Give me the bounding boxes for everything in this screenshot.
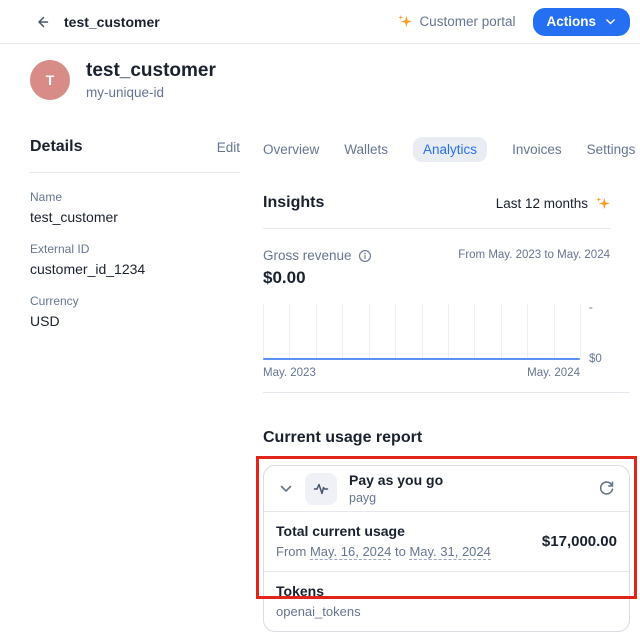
current-usage-card: Pay as you go payg Total current usage <box>263 465 630 632</box>
details-heading: Details <box>30 138 82 156</box>
field-value: customer_id_1234 <box>30 261 240 277</box>
chart-gridline <box>395 304 396 360</box>
details-field-external-id: External ID customer_id_1234 <box>30 242 240 277</box>
period-start-date[interactable]: May. 16, 2024 <box>310 544 391 560</box>
x-axis-left-label: May. 2023 <box>263 367 316 379</box>
insights-heading: Insights <box>263 194 324 212</box>
total-usage-label: Total current usage <box>276 523 491 539</box>
actions-button[interactable]: Actions <box>533 8 630 36</box>
date-range-selector[interactable]: Last 12 months <box>496 196 610 211</box>
gross-revenue-chart: - $0 <box>263 304 610 360</box>
customer-unique-id: my-unique-id <box>86 85 216 100</box>
usage-period: From May. 16, 2024 to May. 31, 2024 <box>276 544 491 559</box>
y-axis-zero-label: $0 <box>589 353 602 365</box>
gross-revenue-value: $0.00 <box>263 268 610 288</box>
info-icon[interactable] <box>358 249 372 263</box>
chart-gridline <box>448 304 449 360</box>
collapse-toggle[interactable] <box>276 479 296 499</box>
customer-name: test_customer <box>86 60 216 82</box>
chart-gridline <box>342 304 343 360</box>
chart-gridline <box>554 304 555 360</box>
avatar: T <box>30 60 70 100</box>
chart-section-divider <box>263 392 630 393</box>
pulse-icon <box>313 481 329 497</box>
tab-overview[interactable]: Overview <box>263 137 319 162</box>
plan-icon-container <box>305 473 337 505</box>
chart-gridline <box>501 304 502 360</box>
tab-analytics[interactable]: Analytics <box>413 137 487 162</box>
period-join: to <box>391 544 409 559</box>
details-field-currency: Currency USD <box>30 294 240 329</box>
date-range-label: Last 12 months <box>496 196 588 211</box>
gross-revenue-label: Gross revenue <box>263 248 352 263</box>
page-title: test_customer <box>64 14 160 30</box>
y-axis-top-label: - <box>589 302 593 314</box>
sparkle-icon <box>595 196 610 211</box>
sparkle-icon <box>397 14 412 29</box>
usage-item-row: Tokens openai_tokens <box>264 571 629 631</box>
details-divider <box>30 172 240 173</box>
chart-period-label: From May. 2023 to May. 2024 <box>458 248 610 261</box>
actions-label: Actions <box>546 14 596 29</box>
tab-bar: Overview Wallets Analytics Invoices Sett… <box>263 136 610 162</box>
chevron-down-icon <box>604 15 617 28</box>
chart-gridline <box>289 304 290 360</box>
plan-code: payg <box>349 491 443 505</box>
customer-portal-label: Customer portal <box>419 14 515 29</box>
details-edit-button[interactable]: Edit <box>217 140 240 155</box>
chart-gridline <box>422 304 423 360</box>
plan-name: Pay as you go <box>349 472 443 489</box>
total-usage-row: Total current usage From May. 16, 2024 t… <box>264 511 629 571</box>
field-value: test_customer <box>30 209 240 225</box>
details-panel: Details Edit Name test_customer External… <box>30 136 240 632</box>
insights-divider <box>263 228 610 229</box>
chart-gridline <box>369 304 370 360</box>
refresh-button[interactable] <box>595 478 617 500</box>
chart-gridline <box>263 304 264 360</box>
x-axis-right-label: May. 2024 <box>527 367 580 379</box>
chevron-down-icon <box>278 481 294 497</box>
field-label: External ID <box>30 242 240 256</box>
chart-gridline <box>316 304 317 360</box>
customer-portal-link[interactable]: Customer portal <box>397 14 515 29</box>
customer-header: T test_customer my-unique-id <box>30 60 610 100</box>
usage-item-name: Tokens <box>276 583 617 599</box>
period-end-date[interactable]: May. 31, 2024 <box>409 544 490 560</box>
details-field-name: Name test_customer <box>30 190 240 225</box>
current-usage-heading: Current usage report <box>263 429 610 447</box>
chart-gridline <box>474 304 475 360</box>
field-value: USD <box>30 313 240 329</box>
back-button[interactable] <box>30 10 54 34</box>
tab-settings[interactable]: Settings <box>587 137 636 162</box>
field-label: Currency <box>30 294 240 308</box>
chart-zero-line <box>263 358 580 360</box>
usage-card-header: Pay as you go payg <box>264 466 629 511</box>
chart-gridline <box>527 304 528 360</box>
tab-wallets[interactable]: Wallets <box>344 137 388 162</box>
refresh-icon <box>598 480 615 497</box>
total-usage-amount: $17,000.00 <box>542 533 617 550</box>
field-label: Name <box>30 190 240 204</box>
arrow-left-icon <box>34 14 50 30</box>
tab-invoices[interactable]: Invoices <box>512 137 562 162</box>
usage-item-code: openai_tokens <box>276 604 617 619</box>
chart-plot-area <box>263 304 580 360</box>
top-bar: test_customer Customer portal Actions <box>0 0 640 44</box>
period-prefix: From <box>276 544 310 559</box>
